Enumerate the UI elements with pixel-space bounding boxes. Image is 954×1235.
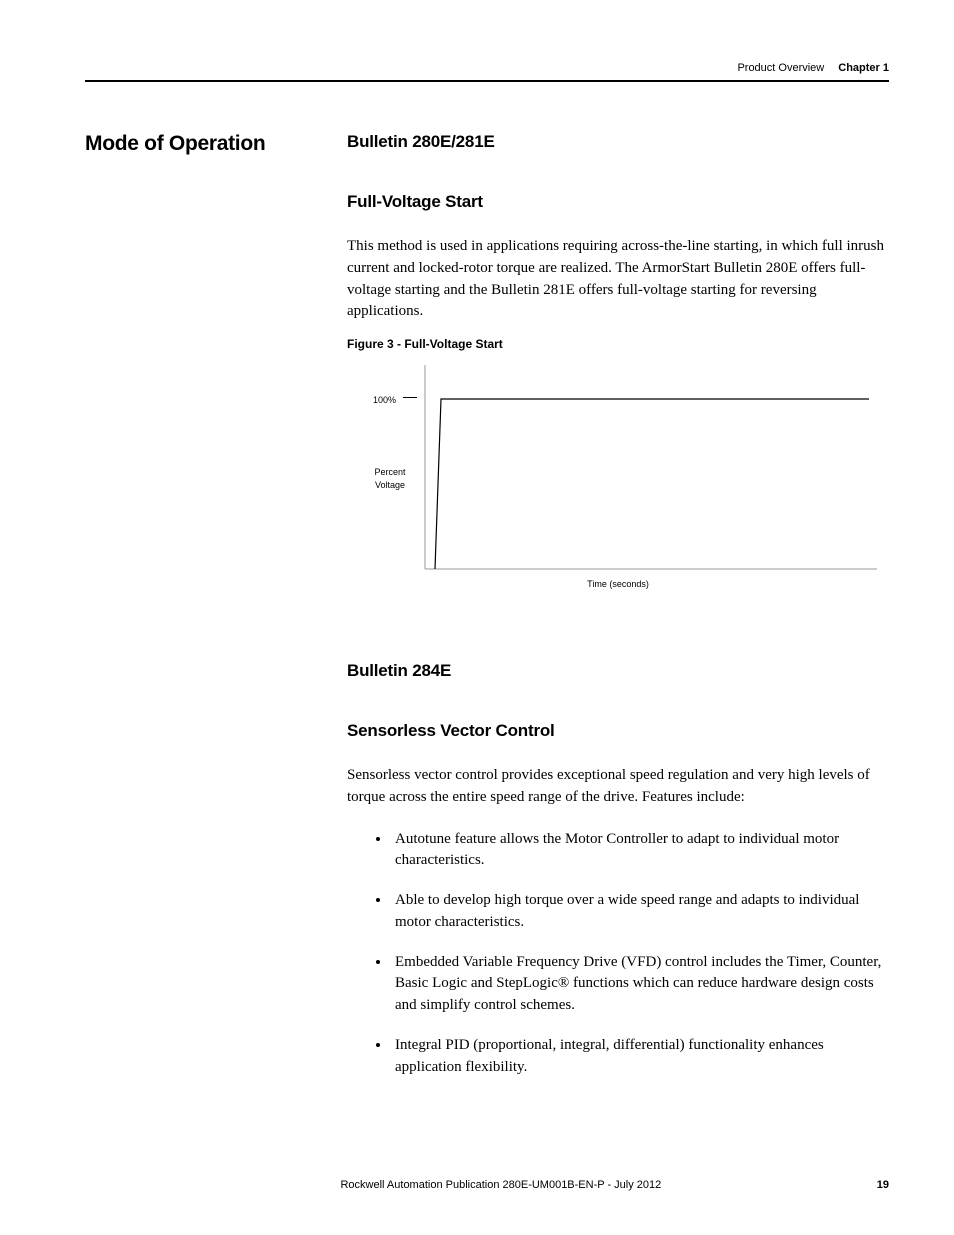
section-title: Mode of Operation (85, 132, 347, 156)
header-chapter: Chapter 1 (838, 62, 889, 74)
list-item: Integral PID (proportional, integral, di… (391, 1035, 889, 1079)
chart-x-axis-label: Time (seconds) (347, 579, 889, 589)
page-header: Product Overview Chapter 1 (85, 62, 889, 82)
list-item: Embedded Variable Frequency Drive (VFD) … (391, 952, 889, 1017)
feature-list: Autotune feature allows the Motor Contro… (347, 829, 889, 1079)
heading-bulletin-284e: Bulletin 284E (347, 661, 889, 681)
heading-sensorless-vector: Sensorless Vector Control (347, 721, 889, 741)
footer-publication: Rockwell Automation Publication 280E-UM0… (125, 1179, 877, 1191)
footer-page-number: 19 (877, 1179, 889, 1191)
paragraph-sensorless: Sensorless vector control provides excep… (347, 765, 889, 809)
chart-full-voltage: 100% Percent Voltage Time (seconds) (347, 363, 889, 601)
header-section: Product Overview (737, 62, 824, 74)
list-item: Autotune feature allows the Motor Contro… (391, 829, 889, 873)
paragraph-full-voltage: This method is used in applications requ… (347, 236, 889, 323)
heading-bulletin-280e-281e: Bulletin 280E/281E (347, 132, 889, 152)
figure-caption: Figure 3 - Full-Voltage Start (347, 337, 889, 351)
heading-full-voltage-start: Full-Voltage Start (347, 192, 889, 212)
chart-svg (369, 363, 879, 575)
list-item: Able to develop high torque over a wide … (391, 890, 889, 934)
page-footer: Rockwell Automation Publication 280E-UM0… (85, 1179, 889, 1191)
